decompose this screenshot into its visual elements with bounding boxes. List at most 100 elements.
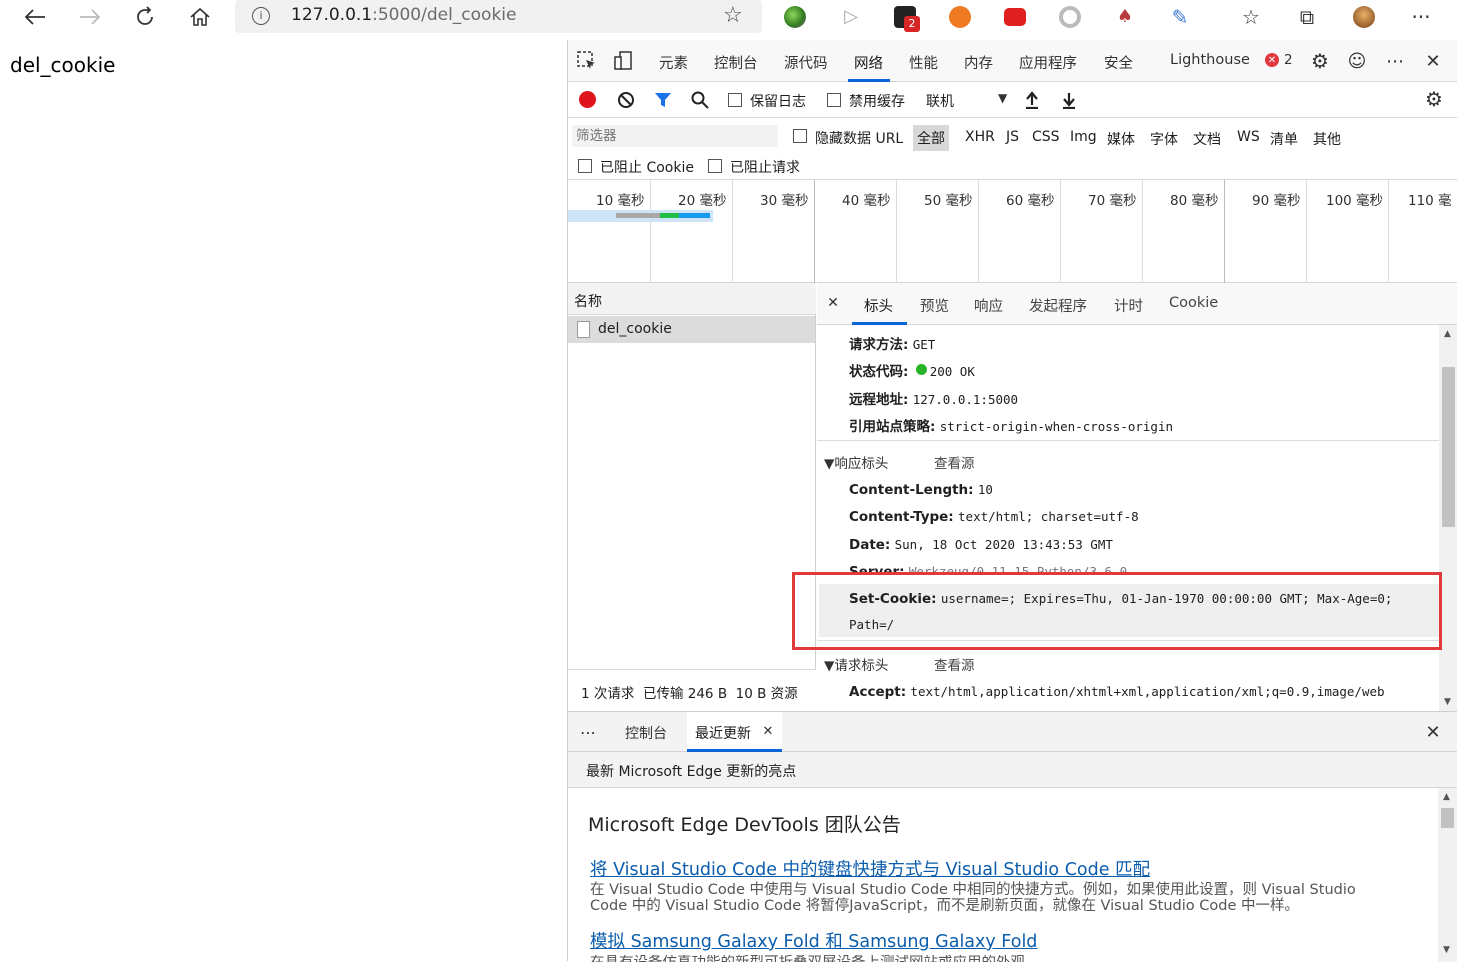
detail-tab-cookies[interactable]: Cookie [1169, 295, 1218, 311]
settings-gear-icon[interactable]: ⚙ [1308, 49, 1332, 73]
tab-performance[interactable]: 性能 [909, 52, 938, 73]
close-detail-icon[interactable]: ✕ [825, 295, 841, 311]
detail-tab-timing[interactable]: 计时 [1114, 295, 1143, 316]
tab-lighthouse[interactable]: Lighthouse [1170, 52, 1250, 68]
collections-icon[interactable]: ⧉ [1293, 3, 1321, 31]
blocked-cookies-checkbox[interactable] [578, 159, 592, 173]
filter-type-ws[interactable]: WS [1237, 129, 1260, 145]
scroll-thumb[interactable] [1442, 367, 1455, 527]
tab-elements[interactable]: 元素 [659, 52, 688, 73]
filter-type-js[interactable]: JS [1006, 129, 1019, 145]
extension-globe-icon[interactable] [784, 6, 806, 28]
filter-input[interactable] [572, 125, 778, 147]
throttling-select[interactable]: 联机 ▼ [922, 86, 1012, 112]
more-icon[interactable]: ··· [1407, 3, 1435, 31]
clear-icon[interactable] [616, 90, 636, 110]
hide-data-urls-checkbox[interactable] [793, 129, 807, 143]
response-headers-toggle[interactable]: ▼响应标头 [824, 452, 888, 472]
detail-tab-bar: ✕ 标头 预览 响应 发起程序 计时 Cookie [817, 283, 1457, 325]
profile-avatar[interactable] [1353, 6, 1375, 28]
preserve-log-checkbox[interactable] [728, 93, 742, 107]
filter-type-media[interactable]: 媒体 [1107, 129, 1135, 149]
timeline-tick: 70 毫秒 [1088, 193, 1137, 209]
drawer-menu-icon[interactable]: ⋯ [576, 722, 600, 742]
forward-icon[interactable] [76, 3, 104, 31]
header-value: Werkzeug/0.11.15 Python/3.6.0 [908, 564, 1128, 574]
export-har-icon[interactable] [1060, 90, 1078, 110]
extension-cursor-icon[interactable]: ▷ [840, 6, 862, 28]
tab-application[interactable]: 应用程序 [1019, 52, 1077, 73]
address-bar[interactable]: i 127.0.0.1:5000/del_cookie ☆ [235, 0, 762, 33]
refresh-icon[interactable] [131, 3, 159, 31]
announcement-link-keyboard-shortcuts[interactable]: 将 Visual Studio Code 中的键盘快捷方式与 Visual St… [590, 856, 1150, 881]
detail-tab-initiator[interactable]: 发起程序 [1029, 295, 1087, 316]
error-icon[interactable]: ✕ [1265, 53, 1279, 67]
filter-type-css[interactable]: CSS [1032, 129, 1060, 145]
detail-tab-headers[interactable]: 标头 [864, 295, 893, 316]
extension-badge-icon[interactable]: 2 [894, 6, 920, 32]
response-view-source-link[interactable]: 查看源 [934, 452, 975, 472]
filter-icon[interactable] [653, 90, 673, 110]
error-count[interactable]: 2 [1284, 52, 1293, 68]
detail-tab-preview[interactable]: 预览 [920, 295, 949, 316]
back-icon[interactable] [21, 3, 49, 31]
tab-console[interactable]: 控制台 [714, 52, 758, 73]
url-text[interactable]: 127.0.0.1:5000/del_cookie [291, 5, 516, 25]
device-emulation-icon[interactable] [613, 50, 635, 72]
filter-type-img[interactable]: Img [1070, 129, 1097, 145]
favorite-star-icon[interactable]: ☆ [723, 3, 743, 28]
drawer-scroll-down-icon[interactable]: ▼ [1443, 945, 1450, 955]
header-value: text/html,application/xhtml+xml,applicat… [910, 684, 1385, 699]
search-icon[interactable] [690, 90, 710, 110]
drawer-scroll-thumb[interactable] [1441, 808, 1454, 828]
tab-sources[interactable]: 源代码 [784, 52, 828, 73]
header-row-continued: Path=/ [849, 617, 894, 633]
drawer-scroll-up-icon[interactable]: ▲ [1443, 792, 1450, 802]
filter-type-doc[interactable]: 文档 [1193, 129, 1221, 149]
drawer-tab-console[interactable]: 控制台 [625, 723, 667, 743]
filter-type-manifest[interactable]: 清单 [1270, 129, 1298, 149]
name-column-header[interactable]: 名称 [568, 283, 816, 315]
close-drawer-icon[interactable]: ✕ [1421, 721, 1445, 743]
info-icon[interactable]: i [252, 7, 270, 25]
filter-type-other[interactable]: 其他 [1313, 129, 1341, 149]
status-ok-icon [915, 364, 927, 375]
favorites-icon[interactable]: ☆ [1237, 3, 1265, 31]
filter-type-all[interactable]: 全部 [913, 125, 949, 151]
feedback-icon[interactable]: ☺ [1345, 50, 1369, 72]
tab-security[interactable]: 安全 [1104, 52, 1133, 73]
home-icon[interactable] [186, 3, 214, 31]
tab-memory[interactable]: 内存 [964, 52, 993, 73]
drawer-scrollbar[interactable]: ▲ ▼ [1438, 788, 1457, 962]
more-tools-icon[interactable]: ⋯ [1383, 50, 1407, 72]
filter-type-xhr[interactable]: XHR [965, 129, 995, 145]
network-overview-timeline[interactable]: 10 毫秒 20 毫秒 30 毫秒 40 毫秒 50 毫秒 60 毫秒 70 毫… [568, 180, 1457, 283]
extension-circle-icon[interactable] [1059, 6, 1081, 28]
drawer-subtitle: 最新 Microsoft Edge 更新的亮点 [586, 764, 797, 780]
record-icon[interactable] [579, 91, 596, 108]
network-settings-gear-icon[interactable]: ⚙ [1422, 87, 1446, 111]
detail-scrollbar[interactable]: ▲ ▼ [1439, 325, 1457, 711]
extension-orange-icon[interactable] [949, 6, 971, 28]
request-headers-toggle[interactable]: ▼请求标头 [824, 654, 888, 674]
drawer-tab-whats-new[interactable]: 最近更新 [695, 723, 751, 743]
request-row[interactable]: del_cookie [568, 316, 815, 343]
header-row: 状态代码: 200 OK [849, 360, 975, 380]
tab-network[interactable]: 网络 [854, 52, 883, 73]
header-key: Content-Length: [849, 482, 974, 498]
scroll-down-icon[interactable]: ▼ [1444, 697, 1451, 707]
extension-feather-icon[interactable]: ✎ [1169, 6, 1191, 28]
extension-tool-icon[interactable]: ♠ [1114, 6, 1136, 28]
extension-video-icon[interactable] [1004, 8, 1026, 26]
detail-tab-response[interactable]: 响应 [974, 295, 1003, 316]
announcement-link-galaxy-fold[interactable]: 模拟 Samsung Galaxy Fold 和 Samsung Galaxy … [590, 928, 1037, 953]
import-har-icon[interactable] [1023, 90, 1041, 110]
close-devtools-icon[interactable]: ✕ [1421, 50, 1445, 72]
inspect-element-icon[interactable] [576, 50, 598, 72]
close-whats-new-icon[interactable]: ✕ [761, 723, 775, 739]
filter-type-font[interactable]: 字体 [1150, 129, 1178, 149]
blocked-requests-checkbox[interactable] [708, 159, 722, 173]
scroll-up-icon[interactable]: ▲ [1444, 329, 1451, 339]
disable-cache-checkbox[interactable] [827, 93, 841, 107]
request-view-source-link[interactable]: 查看源 [934, 654, 975, 674]
